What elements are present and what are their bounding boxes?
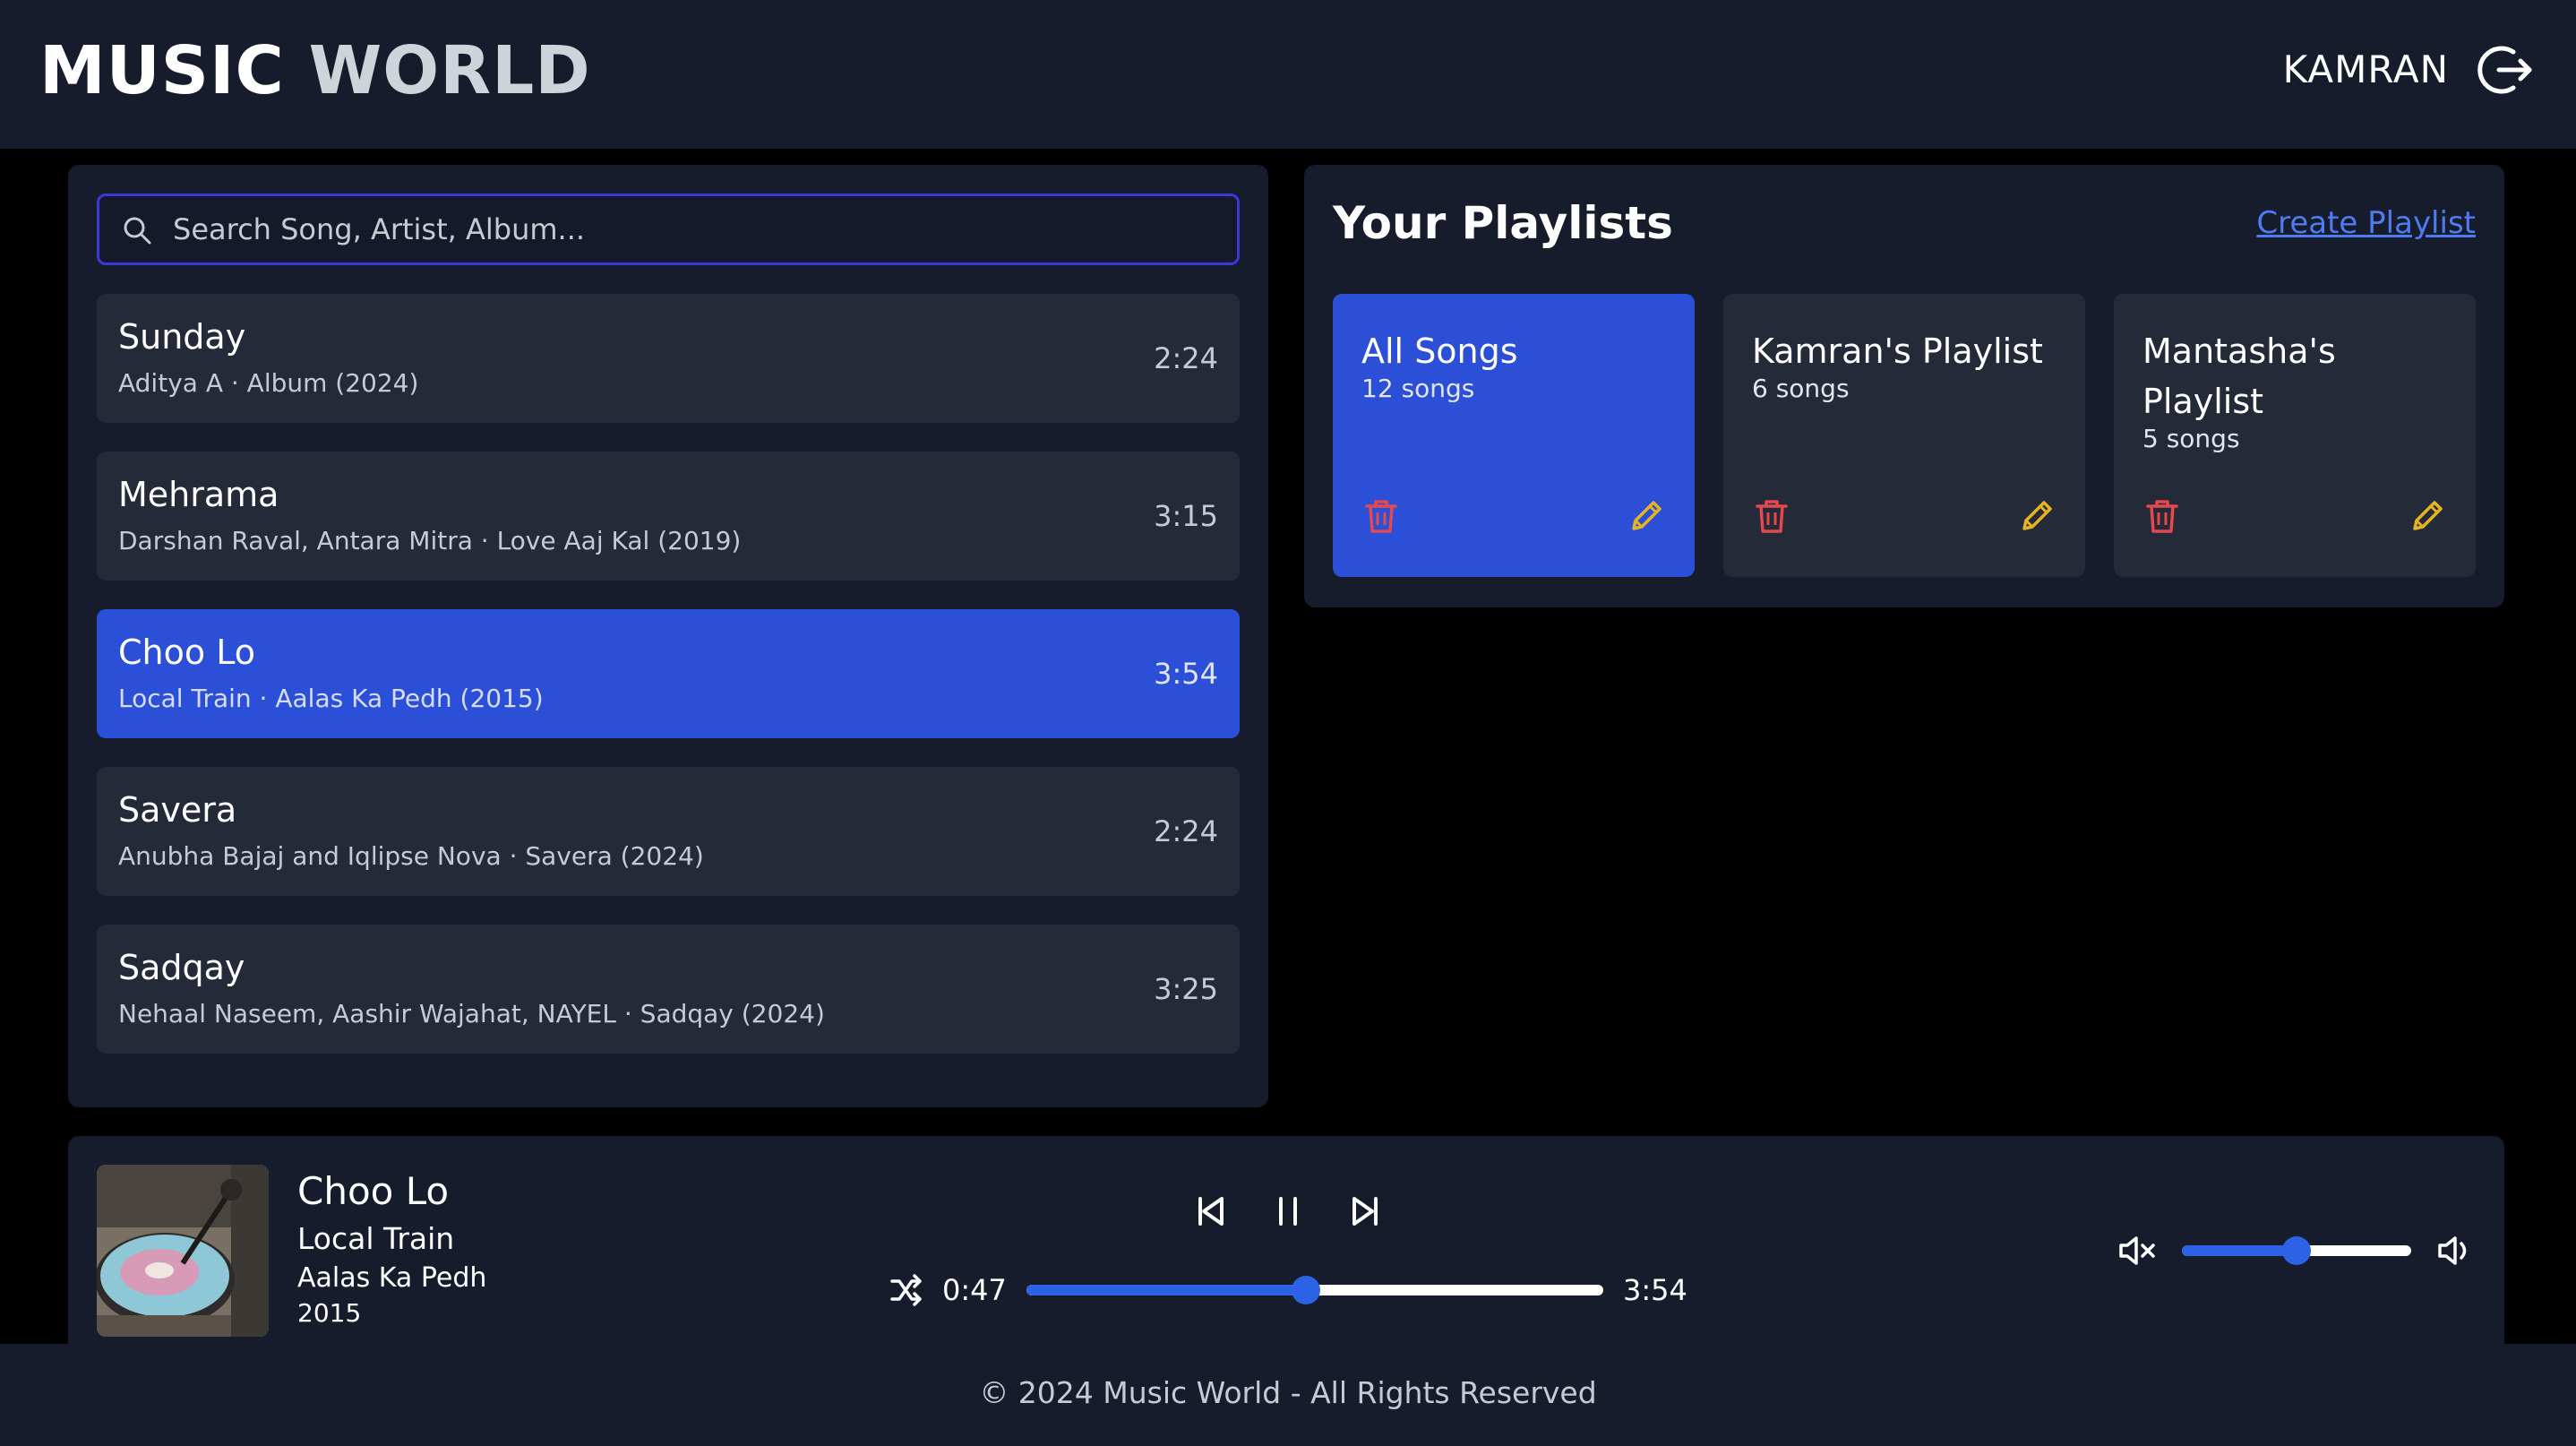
- song-title: Choo Lo: [118, 633, 255, 672]
- song-item-active[interactable]: Choo Lo Local Train · Aalas Ka Pedh (201…: [97, 609, 1240, 738]
- song-duration: 2:24: [1154, 814, 1218, 848]
- volume-icon[interactable]: [2434, 1231, 2474, 1270]
- song-item[interactable]: Savera Anubha Bajaj and Iqlipse Nova · S…: [97, 767, 1240, 896]
- player-bar: Choo Lo Local Train Aalas Ka Pedh 2015 0…: [68, 1136, 2504, 1344]
- volume-thumb[interactable]: [2282, 1236, 2311, 1265]
- next-icon[interactable]: [1345, 1192, 1385, 1231]
- shuffle-icon[interactable]: [887, 1270, 926, 1310]
- user-name: KAMRAN: [2282, 47, 2449, 91]
- footer: © 2024 Music World - All Rights Reserved: [0, 1344, 2576, 1446]
- volume-slider[interactable]: [2182, 1236, 2411, 1265]
- now-playing-album: Aalas Ka Pedh: [297, 1262, 487, 1294]
- album-art-image: [97, 1165, 269, 1337]
- song-meta: Nehaal Naseem, Aashir Wajahat, NAYEL · S…: [118, 999, 825, 1029]
- song-duration: 3:54: [1154, 657, 1218, 691]
- footer-copyright: © 2024 Music World - All Rights Reserved: [979, 1375, 1597, 1410]
- song-meta: Darshan Raval, Antara Mitra · Love Aaj K…: [118, 526, 742, 555]
- trash-icon[interactable]: [1361, 496, 1401, 536]
- search-box: [97, 194, 1240, 265]
- song-list-panel: Sunday Aditya A · Album (2024) 2:24 Mehr…: [68, 165, 1268, 1107]
- playlist-name: Kamran's Playlist: [1752, 331, 2043, 371]
- song-duration: 2:24: [1154, 341, 1218, 375]
- song-item[interactable]: Mehrama Darshan Raval, Antara Mitra · Lo…: [97, 452, 1240, 581]
- song-item[interactable]: Sunday Aditya A · Album (2024) 2:24: [97, 294, 1240, 423]
- progress-slider[interactable]: [1026, 1276, 1603, 1304]
- progress-fill: [1026, 1285, 1307, 1295]
- playlist-count: 6 songs: [1752, 374, 1850, 403]
- progress-thumb[interactable]: [1292, 1276, 1321, 1304]
- song-title: Savera: [118, 790, 237, 830]
- search-icon: [124, 217, 151, 245]
- playlists-panel: Your Playlists Create Playlist All Songs…: [1304, 165, 2504, 607]
- pencil-icon[interactable]: [2408, 496, 2447, 536]
- previous-icon[interactable]: [1191, 1192, 1231, 1231]
- volume-fill: [2182, 1245, 2297, 1256]
- now-playing-title: Choo Lo: [297, 1169, 450, 1213]
- logo-word-music: MUSIC: [39, 32, 285, 109]
- current-time: 0:47: [942, 1273, 1007, 1307]
- create-playlist-link[interactable]: Create Playlist: [2256, 202, 2476, 244]
- playlist-card-kamran[interactable]: Kamran's Playlist 6 songs: [1723, 294, 2085, 577]
- mute-icon[interactable]: [2117, 1231, 2157, 1270]
- search-input[interactable]: [173, 196, 1221, 263]
- song-meta: Anubha Bajaj and Iqlipse Nova · Savera (…: [118, 841, 704, 871]
- app-header: MUSIC WORLD KAMRAN: [0, 0, 2576, 149]
- app-logo: MUSIC WORLD: [39, 30, 591, 111]
- song-meta: Local Train · Aalas Ka Pedh (2015): [118, 684, 544, 713]
- song-duration: 3:15: [1154, 499, 1218, 533]
- pause-icon[interactable]: [1268, 1192, 1308, 1231]
- playlists-title: Your Playlists: [1333, 197, 1673, 249]
- song-title: Mehrama: [118, 475, 279, 514]
- song-meta: Aditya A · Album (2024): [118, 368, 419, 398]
- playlist-count: 5 songs: [2142, 424, 2240, 453]
- trash-icon[interactable]: [2142, 496, 2182, 536]
- pencil-icon[interactable]: [1627, 496, 1666, 536]
- trash-icon[interactable]: [1752, 496, 1791, 536]
- album-art: [97, 1165, 269, 1337]
- playlist-card-mantasha[interactable]: Mantasha's Playlist 5 songs: [2114, 294, 2476, 577]
- now-playing-year: 2015: [297, 1298, 362, 1328]
- song-duration: 3:25: [1154, 972, 1218, 1006]
- playlist-name: All Songs: [1361, 331, 1518, 371]
- playlist-count: 12 songs: [1361, 374, 1475, 403]
- pencil-icon[interactable]: [2017, 496, 2057, 536]
- playlist-card-all-songs[interactable]: All Songs 12 songs: [1333, 294, 1695, 577]
- playlist-name: Mantasha's Playlist: [2142, 331, 2336, 421]
- logout-icon[interactable]: [2476, 39, 2537, 100]
- total-time: 3:54: [1623, 1273, 1687, 1307]
- song-item[interactable]: Sadqay Nehaal Naseem, Aashir Wajahat, NA…: [97, 925, 1240, 1054]
- song-title: Sadqay: [118, 948, 245, 987]
- logo-word-world: WORLD: [308, 32, 591, 109]
- now-playing-artist: Local Train: [297, 1221, 455, 1256]
- song-title: Sunday: [118, 317, 246, 357]
